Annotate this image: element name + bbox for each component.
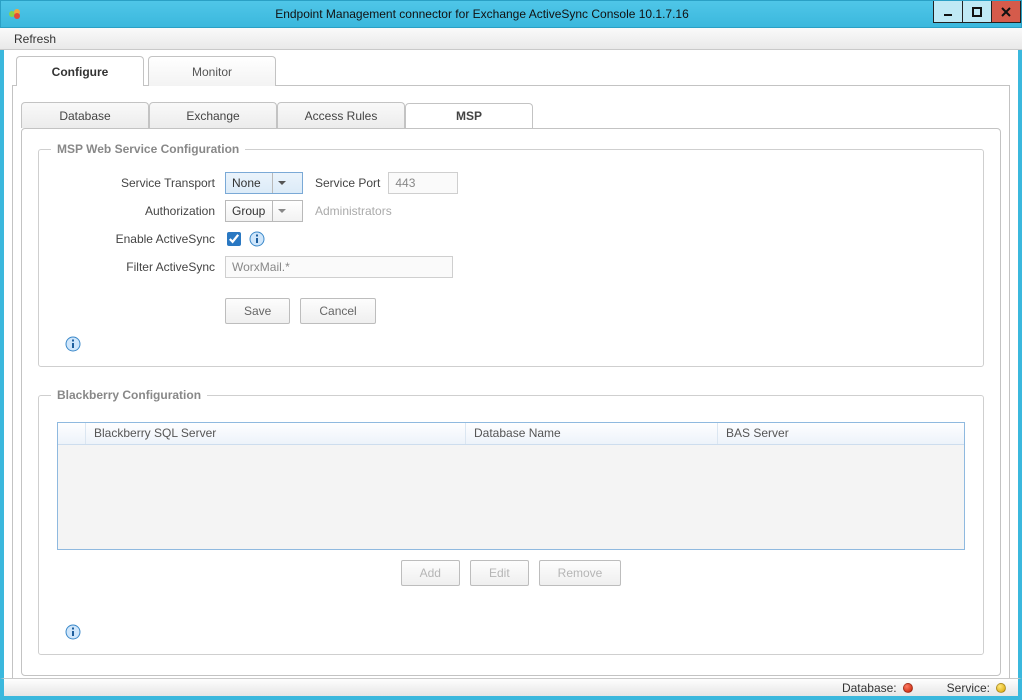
row-handle-column <box>58 423 86 444</box>
tab-label: Database <box>59 109 110 123</box>
tab-label: Configure <box>52 65 109 79</box>
msp-panel: MSP Web Service Configuration Service Tr… <box>21 128 1001 676</box>
msp-web-service-group: MSP Web Service Configuration Service Tr… <box>38 149 984 367</box>
database-status-dot <box>903 683 913 693</box>
tab-monitor[interactable]: Monitor <box>148 56 276 86</box>
configure-panel: Database Exchange Access Rules MSP MSP W… <box>12 86 1010 686</box>
cancel-button[interactable]: Cancel <box>300 298 375 324</box>
filter-activesync-input[interactable] <box>225 256 453 278</box>
chevron-down-icon <box>272 201 290 221</box>
button-label: Cancel <box>319 304 356 318</box>
service-port-input[interactable] <box>388 172 458 194</box>
col-bas-server[interactable]: BAS Server <box>718 423 964 444</box>
row-filter-activesync: Filter ActiveSync <box>57 254 965 280</box>
add-button[interactable]: Add <box>401 560 460 586</box>
filter-activesync-label: Filter ActiveSync <box>57 260 225 274</box>
button-label: Add <box>420 566 441 580</box>
authorization-label: Authorization <box>57 204 225 218</box>
minimize-button[interactable] <box>933 1 963 23</box>
title-bar: Endpoint Management connector for Exchan… <box>0 0 1022 28</box>
tab-msp[interactable]: MSP <box>405 103 533 129</box>
close-button[interactable] <box>991 1 1021 23</box>
blackberry-table[interactable]: Blackberry SQL Server Database Name BAS … <box>57 422 965 550</box>
blackberry-group: Blackberry Configuration Blackberry SQL … <box>38 395 984 655</box>
button-label: Save <box>244 304 271 318</box>
refresh-menu[interactable]: Refresh <box>8 30 62 48</box>
row-authorization: Authorization Group Administrators <box>57 198 965 224</box>
content-area: Configure Monitor Database Exchange Acce… <box>0 50 1022 678</box>
button-label: Remove <box>558 566 603 580</box>
service-transport-combo[interactable]: None <box>225 172 303 194</box>
sub-tabs: Database Exchange Access Rules MSP <box>21 102 1001 128</box>
menu-bar: Refresh <box>0 28 1022 50</box>
button-label: Edit <box>489 566 510 580</box>
tab-database[interactable]: Database <box>21 102 149 128</box>
group-legend: Blackberry Configuration <box>51 388 207 402</box>
info-icon[interactable] <box>65 336 81 352</box>
enable-activesync-label: Enable ActiveSync <box>57 232 225 246</box>
service-port-label: Service Port <box>315 176 380 190</box>
primary-tabs: Configure Monitor <box>12 56 1010 86</box>
window-controls <box>934 1 1021 23</box>
combo-value: Group <box>226 204 272 218</box>
app-icon <box>7 6 23 22</box>
tab-label: Access Rules <box>305 109 378 123</box>
service-status-dot <box>996 683 1006 693</box>
col-sql-server[interactable]: Blackberry SQL Server <box>86 423 466 444</box>
table-header: Blackberry SQL Server Database Name BAS … <box>58 423 964 445</box>
row-enable-activesync: Enable ActiveSync <box>57 226 965 252</box>
tab-exchange[interactable]: Exchange <box>149 102 277 128</box>
maximize-button[interactable] <box>962 1 992 23</box>
chevron-down-icon <box>272 173 290 193</box>
combo-value: None <box>226 176 272 190</box>
service-status-label: Service: <box>947 681 990 695</box>
info-icon[interactable] <box>249 231 265 247</box>
col-database-name[interactable]: Database Name <box>466 423 718 444</box>
tab-label: Exchange <box>186 109 239 123</box>
status-bar: Database: Service: <box>0 678 1022 700</box>
tab-access-rules[interactable]: Access Rules <box>277 102 405 128</box>
database-status-label: Database: <box>842 681 897 695</box>
window-title: Endpoint Management connector for Exchan… <box>23 7 941 21</box>
tab-label: Monitor <box>192 65 232 79</box>
service-transport-label: Service Transport <box>57 176 225 190</box>
save-button[interactable]: Save <box>225 298 290 324</box>
authorization-combo[interactable]: Group <box>225 200 303 222</box>
group-legend: MSP Web Service Configuration <box>51 142 245 156</box>
edit-button[interactable]: Edit <box>470 560 529 586</box>
authorization-detail: Administrators <box>315 204 392 218</box>
remove-button[interactable]: Remove <box>539 560 622 586</box>
blackberry-buttons: Add Edit Remove <box>57 560 965 586</box>
info-icon[interactable] <box>65 624 81 640</box>
enable-activesync-checkbox[interactable] <box>227 232 241 246</box>
tab-configure[interactable]: Configure <box>16 56 144 86</box>
row-service-transport: Service Transport None Service Port <box>57 170 965 196</box>
tab-label: MSP <box>456 109 482 123</box>
row-buttons: Save Cancel <box>57 298 965 324</box>
